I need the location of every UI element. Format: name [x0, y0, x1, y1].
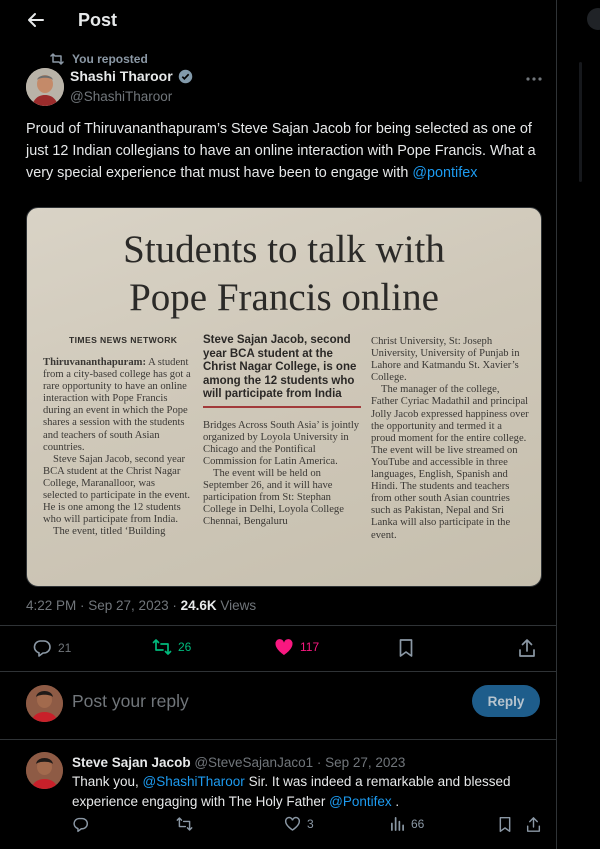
author-handle[interactable]: @ShashiTharoor: [70, 89, 193, 104]
tweet-text: Proud of Thiruvananthapuram’s Steve Saja…: [26, 118, 538, 184]
like-count: 117: [300, 640, 320, 654]
share-icon: [526, 817, 541, 832]
more-options-button[interactable]: [524, 72, 544, 86]
news-headline-line1: Students to talk with: [123, 228, 445, 271]
bookmark-action[interactable]: [398, 638, 414, 658]
repost-indicator: You reposted: [50, 52, 148, 66]
reply-handle-date[interactable]: @SteveSajanJaco1 · Sep 27, 2023: [191, 755, 405, 770]
reply-action[interactable]: 21: [32, 638, 71, 658]
like-action[interactable]: 117: [274, 638, 319, 656]
repost-icon: [50, 53, 64, 65]
reply-input[interactable]: Post your reply: [72, 691, 189, 712]
person-photo-icon: [26, 752, 63, 789]
verified-badge-icon: [178, 69, 192, 83]
views-label: Views: [216, 598, 257, 613]
repost-action[interactable]: [176, 816, 193, 832]
post-actions-bar: 21 26 117: [26, 638, 540, 662]
news-col2-p2: The event will be held on September 26, …: [203, 467, 344, 528]
news-column-1: Thiruvananthapuram: A student from a cit…: [43, 357, 191, 538]
repost-count: 26: [178, 640, 192, 654]
heart-outline-icon: [284, 816, 301, 831]
reply-action[interactable]: [72, 816, 89, 833]
repost-icon: [176, 817, 193, 831]
right-sidebar-edge: [557, 0, 600, 849]
reply-count: 21: [58, 641, 72, 655]
page-title: Post: [78, 10, 118, 30]
news-col3-p2: The manager of the college, Father Cyria…: [371, 384, 529, 541]
news-column-3: Christ University, St: Joseph University…: [371, 336, 529, 542]
reply-actions-bar: 3 66: [72, 816, 541, 836]
divider: [0, 739, 556, 740]
news-dateline: Thiruvananthapuram:: [43, 357, 147, 368]
bar-chart-icon: [391, 817, 404, 831]
views-count: 24.6K: [180, 598, 217, 613]
reply-button[interactable]: Reply: [472, 685, 540, 717]
my-avatar[interactable]: [26, 685, 63, 722]
reply-header: Steve Sajan Jacob @SteveSajanJaco1 · Sep…: [72, 755, 405, 770]
reply-text-part: .: [391, 794, 400, 809]
back-button[interactable]: [22, 6, 50, 34]
news-column-2: Steve Sajan Jacob, second year BCA stude…: [203, 334, 361, 528]
reply-views-count: 66: [411, 816, 425, 831]
divider: [0, 625, 556, 626]
news-col1-p2: Steve Sajan Jacob, second year BCA stude…: [43, 453, 191, 526]
reply-text: Thank you, @ShashiTharoor Sir. It was in…: [72, 772, 538, 812]
scrollbar[interactable]: [579, 62, 582, 182]
arrow-left-icon: [28, 13, 44, 27]
person-photo-icon: [26, 68, 64, 106]
news-byline: TIMES NEWS NETWORK: [69, 335, 178, 345]
bookmark-icon: [399, 639, 413, 657]
author-avatar[interactable]: [26, 68, 64, 106]
repost-label: You reposted: [72, 52, 148, 66]
reply-author-avatar[interactable]: [26, 752, 63, 789]
mention-link[interactable]: @Pontifex: [329, 794, 391, 809]
post-column: Post You reposted Shashi Tharoor @Shashi…: [0, 0, 557, 849]
reply-icon: [33, 640, 51, 657]
divider: [0, 671, 556, 672]
bookmark-action[interactable]: [498, 816, 512, 833]
author-name[interactable]: Shashi Tharoor: [70, 68, 173, 84]
heart-icon: [275, 639, 293, 655]
post-metadata: 4:22 PM · Sep 27, 2023 · 24.6K Views: [26, 598, 256, 613]
like-action[interactable]: 3: [284, 816, 314, 832]
news-col1-p3: The event, titled ‘Building: [53, 526, 166, 538]
repost-icon: [152, 639, 172, 655]
repost-action[interactable]: 26: [152, 638, 191, 656]
news-col1-p1: A student from a city-based college has …: [43, 357, 191, 453]
mention-link[interactable]: @pontifex: [412, 165, 477, 181]
share-action[interactable]: [518, 638, 536, 658]
sidebar-avatar-placeholder: [587, 8, 600, 30]
post-timestamp[interactable]: 4:22 PM · Sep 27, 2023 ·: [26, 598, 181, 613]
ellipsis-icon: [526, 77, 542, 81]
share-icon: [519, 639, 535, 657]
mention-link[interactable]: @ShashiTharoor: [143, 774, 245, 789]
views-action[interactable]: 66: [390, 816, 424, 831]
news-col3-p1: Christ University, St: Joseph University…: [371, 336, 520, 384]
top-bar: Post: [0, 0, 556, 44]
news-col2-p1: Bridges Across South Asia’ is jointly or…: [203, 419, 360, 467]
bookmark-icon: [499, 816, 511, 833]
author-info: Shashi Tharoor @ShashiTharoor: [70, 68, 193, 104]
reply-like-count: 3: [307, 817, 314, 831]
news-clipping-image[interactable]: Students to talk with Pope Francis onlin…: [26, 207, 542, 587]
person-photo-icon: [26, 685, 63, 722]
share-action[interactable]: [526, 816, 541, 833]
reply-text-part: Thank you,: [72, 774, 143, 789]
reply-author-name[interactable]: Steve Sajan Jacob: [72, 755, 191, 770]
news-pullquote: Steve Sajan Jacob, second year BCA stude…: [203, 334, 361, 408]
reply-icon: [73, 817, 88, 833]
news-headline-line2: Pope Francis online: [129, 276, 439, 319]
